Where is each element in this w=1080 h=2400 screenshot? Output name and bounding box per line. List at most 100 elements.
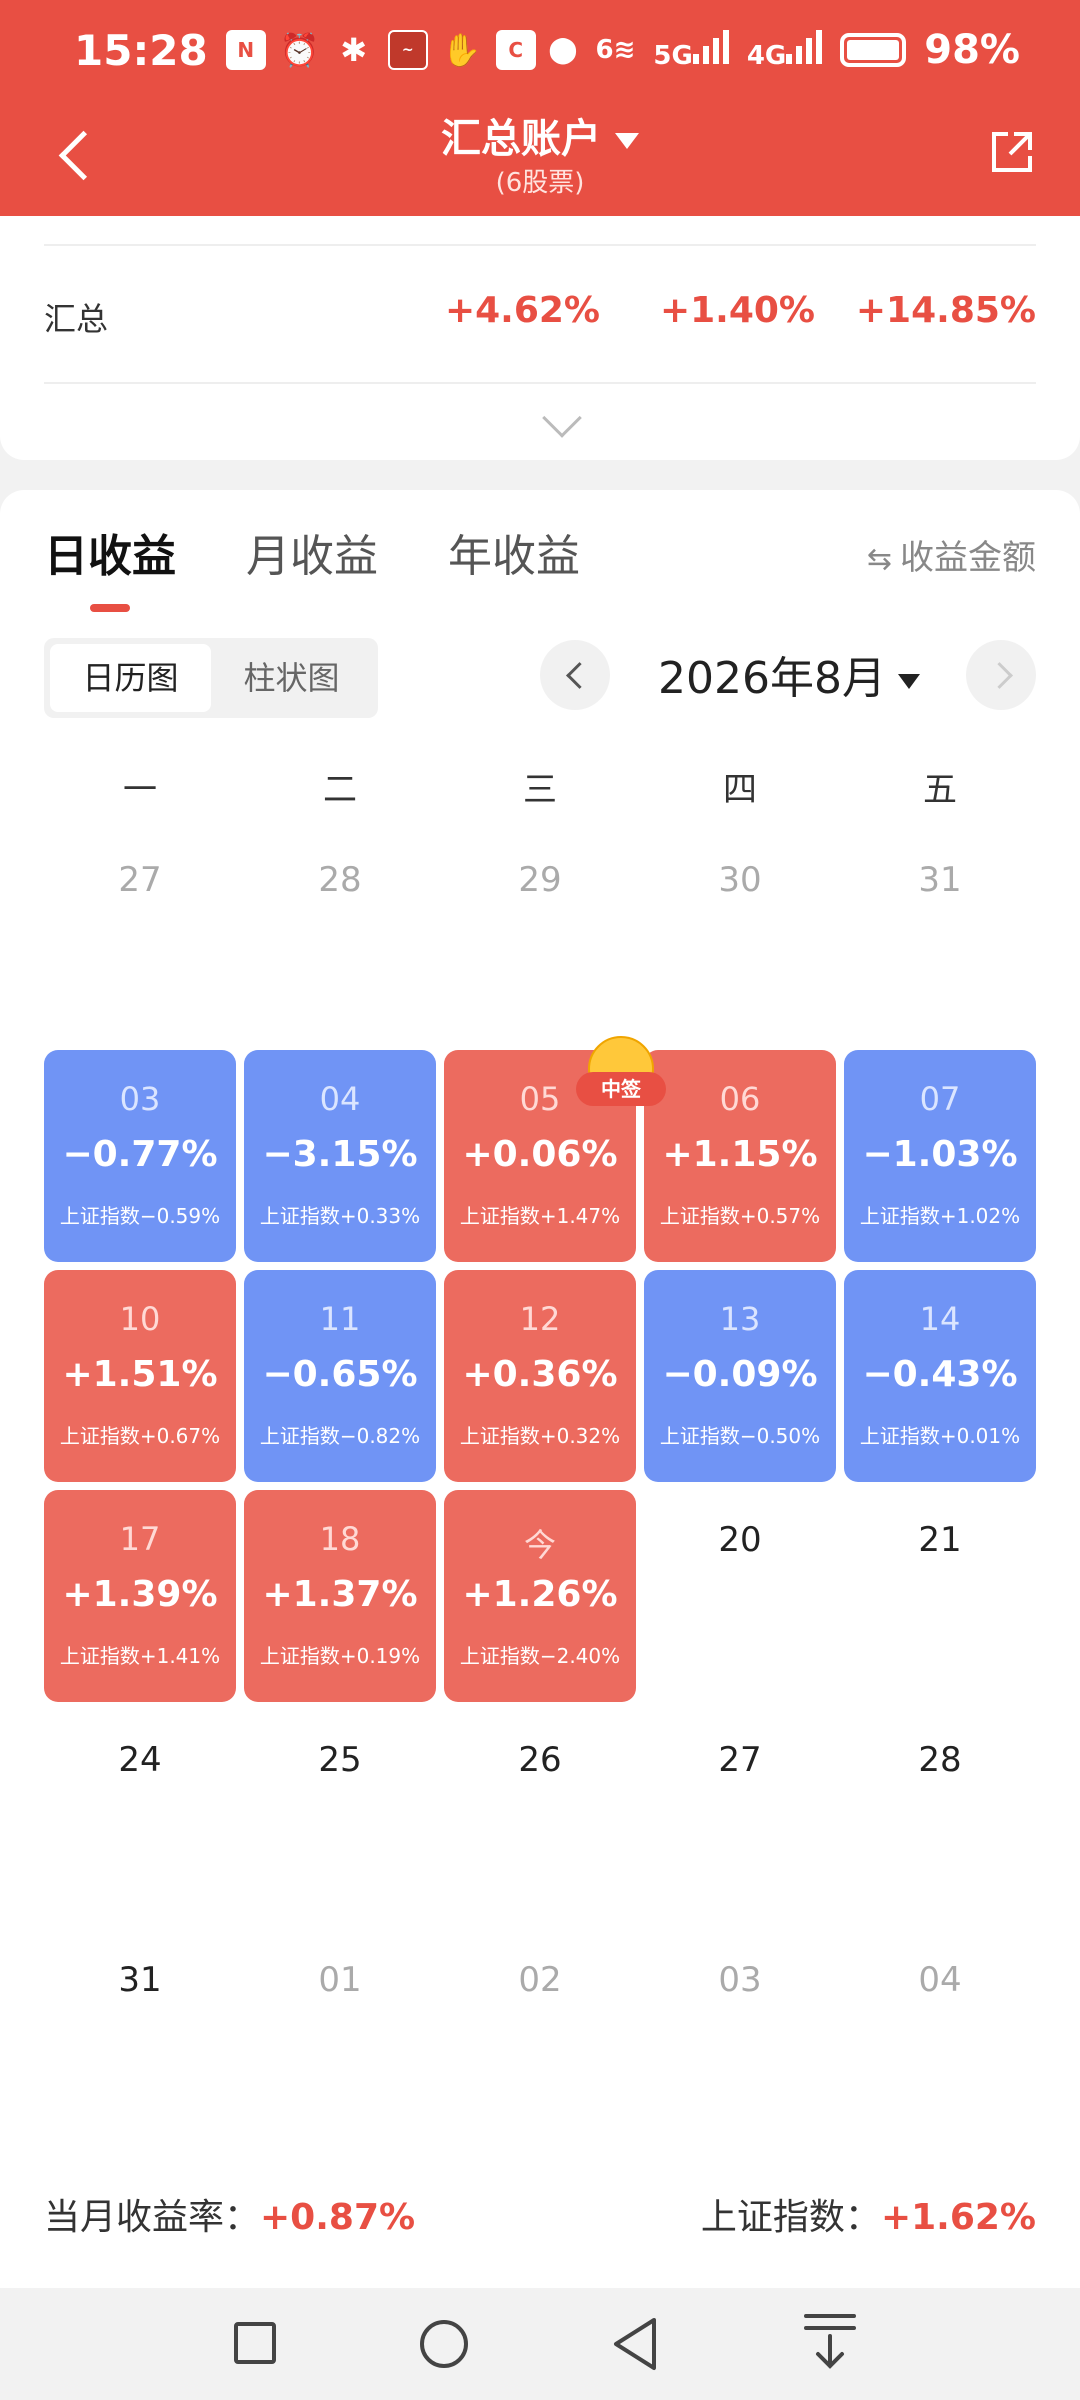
view-bar-button[interactable]: 柱状图 bbox=[211, 644, 372, 712]
view-calendar-button[interactable]: 日历图 bbox=[50, 644, 211, 712]
day-return: −0.65% bbox=[262, 1354, 418, 1395]
next-month-button[interactable] bbox=[966, 640, 1036, 710]
caret-down-icon bbox=[897, 673, 920, 689]
app-notification-icon: ~ bbox=[387, 30, 428, 70]
summary-value-1: +4.62% bbox=[444, 290, 600, 331]
calendar-day[interactable]: 今 +1.26% 上证指数−2.40% bbox=[444, 1490, 636, 1702]
prev-month-button[interactable] bbox=[540, 640, 610, 710]
day-index-return: 上证指数+0.67% bbox=[59, 1424, 221, 1448]
account-selector[interactable]: 汇总账户 bbox=[0, 106, 1080, 164]
day-number: 04 bbox=[918, 1960, 962, 2000]
status-icons: N ⏰ ✱ ~ ✋ C bbox=[225, 30, 536, 70]
index-value: +1.62% bbox=[880, 2197, 1036, 2238]
calendar-day[interactable]: 11 −0.65% 上证指数−0.82% bbox=[244, 1270, 436, 1482]
alarm-icon: ⏰ bbox=[279, 31, 320, 69]
tab-monthly[interactable]: 月收益 bbox=[246, 520, 378, 584]
expand-chevron-icon[interactable] bbox=[542, 398, 582, 438]
calendar-day[interactable]: 04 −3.15% 上证指数+0.33% bbox=[244, 1050, 436, 1262]
day-index-return: 上证指数+1.41% bbox=[59, 1644, 221, 1668]
day-number: 03 bbox=[119, 1080, 161, 1118]
weekday-label: 二 bbox=[323, 770, 357, 810]
calendar-day: 20 bbox=[644, 1490, 836, 1702]
day-number: 11 bbox=[319, 1300, 361, 1338]
day-index-return: 上证指数−2.40% bbox=[459, 1644, 621, 1668]
calendar-day: 27 bbox=[644, 1710, 836, 1922]
calendar-day[interactable]: 07 −1.03% 上证指数+1.02% bbox=[844, 1050, 1036, 1262]
weekday-label: 四 bbox=[723, 770, 757, 810]
view-switch: 日历图 柱状图 bbox=[44, 638, 378, 718]
tab-yearly[interactable]: 年收益 bbox=[448, 520, 580, 584]
calendar-day[interactable]: 12 +0.36% 上证指数+0.32% bbox=[444, 1270, 636, 1482]
day-index-return: 上证指数+0.33% bbox=[259, 1204, 421, 1228]
location-icon: ⬤ bbox=[548, 35, 578, 65]
calendar-day: 26 bbox=[444, 1710, 636, 1922]
calendar-day[interactable]: 10 +1.51% 上证指数+0.67% bbox=[44, 1270, 236, 1482]
calendar-day: 02 bbox=[444, 1930, 636, 2142]
calendar-day[interactable]: 17 +1.39% 上证指数+1.41% bbox=[44, 1490, 236, 1702]
calendar-day[interactable]: 18 +1.37% 上证指数+0.19% bbox=[244, 1490, 436, 1702]
calendar-day: 31 bbox=[844, 830, 1036, 1042]
hand-icon: ✋ bbox=[441, 31, 482, 69]
day-index-return: 上证指数+0.57% bbox=[659, 1204, 821, 1228]
month-rate-label: 当月收益率： bbox=[44, 2197, 261, 2238]
day-number: 29 bbox=[518, 860, 562, 900]
share-icon[interactable] bbox=[986, 126, 1038, 178]
toggle-amount-label: 收益金额 bbox=[900, 538, 1036, 578]
home-icon[interactable] bbox=[420, 2320, 468, 2368]
status-time: 15:28 bbox=[74, 25, 208, 75]
weekday-label: 一 bbox=[123, 770, 157, 810]
day-number: 03 bbox=[718, 1960, 762, 2000]
calendar-day[interactable]: 13 −0.09% 上证指数−0.50% bbox=[644, 1270, 836, 1482]
day-number: 27 bbox=[118, 860, 162, 900]
day-return: +0.36% bbox=[462, 1354, 618, 1395]
top-bar: 15:28 N ⏰ ✱ ~ ✋ C ⬤ 6≋ 5G 4G 98% 汇总账户 (6… bbox=[0, 0, 1080, 216]
download-menu-icon[interactable] bbox=[800, 2310, 860, 2372]
page-title: 汇总账户 bbox=[441, 116, 601, 162]
calendar-day[interactable]: 06 +1.15% 上证指数+0.57% bbox=[644, 1050, 836, 1262]
bluetooth-icon: ✱ bbox=[340, 31, 368, 69]
weekday-header: 一 二 三 四 五 bbox=[44, 762, 1036, 811]
day-number: 30 bbox=[718, 860, 762, 900]
day-number: 13 bbox=[719, 1300, 761, 1338]
weekday-label: 五 bbox=[923, 770, 957, 810]
day-number: 07 bbox=[919, 1080, 961, 1118]
day-return: −1.03% bbox=[862, 1134, 1018, 1175]
day-index-return: 上证指数+1.02% bbox=[859, 1204, 1021, 1228]
back-icon[interactable] bbox=[610, 2316, 660, 2372]
day-index-return: 上证指数+0.32% bbox=[459, 1424, 621, 1448]
divider bbox=[44, 382, 1036, 384]
calendar-day: 27 bbox=[44, 830, 236, 1042]
badge-label: 中签 bbox=[576, 1072, 666, 1106]
day-return: +1.26% bbox=[462, 1574, 618, 1615]
day-number: 04 bbox=[319, 1080, 361, 1118]
calendar-day[interactable]: 03 −0.77% 上证指数−0.59% bbox=[44, 1050, 236, 1262]
day-return: +1.15% bbox=[662, 1134, 818, 1175]
index-label: 上证指数： bbox=[700, 2197, 881, 2238]
day-return: +1.51% bbox=[62, 1354, 218, 1395]
divider bbox=[44, 244, 1036, 246]
day-index-return: 上证指数+1.47% bbox=[459, 1204, 621, 1228]
index-rate: 上证指数：+1.62% bbox=[701, 2188, 1036, 2240]
toggle-amount-button[interactable]: ⇆ 收益金额 bbox=[867, 530, 1036, 579]
day-number: 31 bbox=[918, 860, 962, 900]
earnings-card: 日收益 月收益 年收益 ⇆ 收益金额 日历图 柱状图 2026年8月 一 二 三 … bbox=[0, 490, 1080, 2288]
day-number: 01 bbox=[318, 1960, 362, 2000]
day-number: 26 bbox=[518, 1740, 562, 1780]
day-return: −3.15% bbox=[262, 1134, 418, 1175]
day-number: 24 bbox=[118, 1740, 162, 1780]
day-number: 02 bbox=[518, 1960, 562, 2000]
day-return: −0.77% bbox=[62, 1134, 218, 1175]
tab-daily[interactable]: 日收益 bbox=[44, 520, 176, 612]
summary-card: 汇总 +4.62% +1.40% +14.85% bbox=[0, 216, 1080, 460]
recent-apps-icon[interactable] bbox=[234, 2322, 276, 2364]
day-number: 18 bbox=[319, 1520, 361, 1558]
month-rate-value: +0.87% bbox=[260, 2197, 416, 2238]
month-selector[interactable]: 2026年8月 bbox=[658, 642, 920, 706]
calendar-day[interactable]: 14 −0.43% 上证指数+0.01% bbox=[844, 1270, 1036, 1482]
ipo-lottery-badge[interactable]: 中签 bbox=[576, 1036, 666, 1106]
day-number: 今 bbox=[523, 1526, 556, 1564]
month-label: 2026年8月 bbox=[658, 653, 886, 704]
calendar-day: 29 bbox=[444, 830, 636, 1042]
day-return: +1.39% bbox=[62, 1574, 218, 1615]
day-index-return: 上证指数−0.50% bbox=[659, 1424, 821, 1448]
